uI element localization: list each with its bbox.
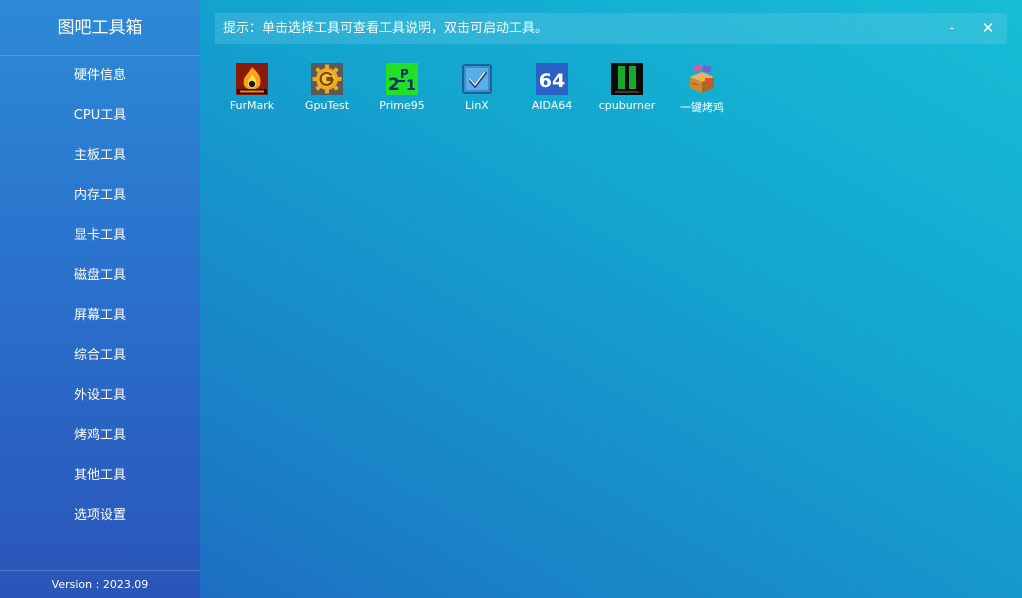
- tool-label: LinX: [465, 99, 489, 112]
- sidebar-item-memory-tools[interactable]: 内存工具: [0, 176, 200, 216]
- gputest-icon: [311, 63, 343, 95]
- sidebar-item-gpu-tools[interactable]: 显卡工具: [0, 216, 200, 256]
- tool-linx[interactable]: LinX: [440, 60, 514, 120]
- tool-label: cpuburner: [598, 99, 656, 112]
- sidebar-item-other-tools[interactable]: 其他工具: [0, 456, 200, 496]
- sidebar-item-general-tools[interactable]: 综合工具: [0, 336, 200, 376]
- sidebar-item-stress-tools[interactable]: 烤鸡工具: [0, 416, 200, 456]
- tool-one-click-stress[interactable]: 一键烤鸡: [665, 60, 739, 120]
- tool-label: Prime95: [379, 99, 425, 112]
- furmark-icon: [236, 63, 268, 95]
- sidebar-item-peripheral-tools[interactable]: 外设工具: [0, 376, 200, 416]
- cpuburner-icon: [611, 63, 643, 95]
- sidebar-item-cpu-tools[interactable]: CPU工具: [0, 96, 200, 136]
- app-window: 图吧工具箱 硬件信息 CPU工具 主板工具 内存工具 显卡工具 磁盘工具 屏幕工…: [0, 0, 1022, 598]
- sidebar-item-settings[interactable]: 选项设置: [0, 496, 200, 536]
- tool-label: FurMark: [229, 99, 275, 112]
- hint-bar: 提示：单击选择工具可查看工具说明，双击可启动工具。 - ✕: [215, 13, 1007, 44]
- prime95-icon: 2 P 1: [386, 63, 418, 95]
- svg-text:2: 2: [388, 75, 400, 95]
- tool-label: GpuTest: [304, 99, 350, 112]
- sidebar-item-disk-tools[interactable]: 磁盘工具: [0, 256, 200, 296]
- tool-aida64[interactable]: 64 AIDA64: [515, 60, 589, 120]
- sidebar-item-hardware-info[interactable]: 硬件信息: [0, 56, 200, 96]
- svg-text:1: 1: [406, 78, 416, 94]
- tool-label: 一键烤鸡: [680, 101, 724, 114]
- close-button[interactable]: ✕: [973, 13, 1003, 44]
- minimize-button[interactable]: -: [937, 13, 967, 44]
- sidebar-menu: 硬件信息 CPU工具 主板工具 内存工具 显卡工具 磁盘工具 屏幕工具 综合工具…: [0, 56, 200, 536]
- sidebar-item-motherboard-tools[interactable]: 主板工具: [0, 136, 200, 176]
- tool-gputest[interactable]: GpuTest: [290, 60, 364, 120]
- tool-furmark[interactable]: FurMark: [215, 60, 289, 120]
- one-click-stress-icon: [690, 64, 714, 93]
- hint-text: 提示：单击选择工具可查看工具说明，双击可启动工具。: [223, 21, 549, 36]
- tool-cpuburner[interactable]: cpuburner: [590, 60, 664, 120]
- sidebar: 图吧工具箱 硬件信息 CPU工具 主板工具 内存工具 显卡工具 磁盘工具 屏幕工…: [0, 0, 200, 598]
- version-label: Version : 2023.09: [51, 578, 149, 591]
- linx-icon: [462, 64, 492, 94]
- aida64-icon: 64: [536, 63, 568, 95]
- sidebar-item-screen-tools[interactable]: 屏幕工具: [0, 296, 200, 336]
- svg-text:64: 64: [539, 70, 565, 92]
- app-title: 图吧工具箱: [57, 18, 143, 38]
- tool-prime95[interactable]: 2 P 1 Prime95: [365, 60, 439, 120]
- tool-label: AIDA64: [531, 99, 573, 112]
